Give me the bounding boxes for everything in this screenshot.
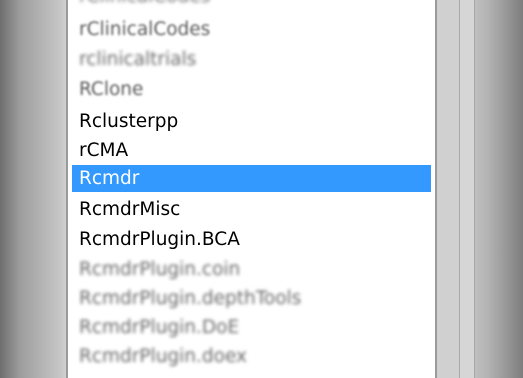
list-item[interactable]: rClinicalCodes xyxy=(72,0,431,10)
list-item[interactable]: RcmdrPlugin.depthTools xyxy=(72,285,431,312)
list-item[interactable]: RcmdrMisc xyxy=(72,196,431,223)
list-item[interactable]: RcmdrPlugin.DoE xyxy=(72,314,431,341)
package-listbox[interactable]: rClinicalCodes rClinicalCodes rclinicalt… xyxy=(66,0,437,378)
list-item[interactable]: rClinicalCodes xyxy=(72,16,431,43)
list-item[interactable]: RClone xyxy=(72,76,431,103)
list-item[interactable]: Rclusterpp xyxy=(72,108,431,135)
list-item[interactable]: RcmdrPlugin.BCA xyxy=(72,226,431,253)
list-item[interactable]: RcmdrPlugin.doex xyxy=(72,343,431,370)
list-item[interactable]: rclinicaltrials xyxy=(72,46,431,73)
list-item[interactable]: rCMA xyxy=(72,137,431,164)
list-item-selected[interactable]: Rcmdr xyxy=(72,165,431,192)
list-item[interactable]: RcmdrPlugin.coin xyxy=(72,256,431,283)
vertical-scrollbar[interactable] xyxy=(459,0,475,378)
